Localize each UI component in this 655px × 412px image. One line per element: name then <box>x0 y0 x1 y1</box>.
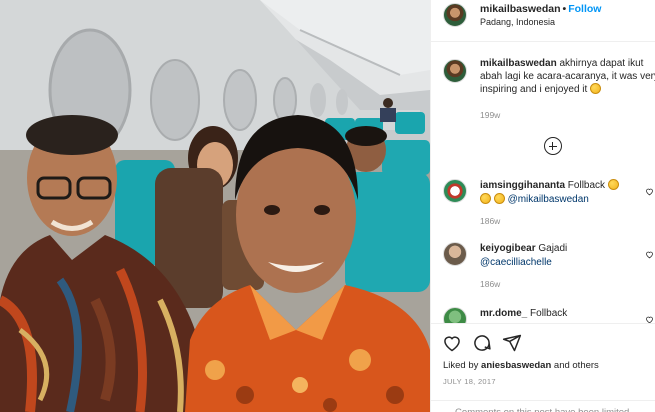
author-avatar[interactable] <box>443 3 467 27</box>
comment-text-block: mr.dome_ Follback <box>480 307 640 321</box>
caption-avatar[interactable] <box>443 59 467 83</box>
post-image <box>0 0 430 412</box>
comment-like-heart-icon[interactable] <box>645 250 654 259</box>
comment-mention[interactable]: @mikailbaswedan <box>508 194 589 205</box>
comment-time[interactable]: 186w <box>480 279 500 289</box>
smile-emoji-icon <box>607 179 619 190</box>
post-header: mikailbaswedan • Follow Padang, Indonesia <box>431 0 655 42</box>
load-more-comments-icon[interactable] <box>544 137 562 155</box>
post-photo[interactable] <box>0 0 430 412</box>
comment-text: Follback <box>530 308 568 319</box>
location-link[interactable]: Padang, Indonesia <box>480 17 555 27</box>
caption-username[interactable]: mikailbaswedan <box>480 58 557 69</box>
comment-text-block: keiyogibear Gajadi @caecilliachelle <box>480 242 640 270</box>
share-icon[interactable] <box>502 333 522 353</box>
caption-text-block: mikailbaswedan akhirnya dapat ikut abah … <box>480 57 655 96</box>
comment-avatar[interactable] <box>443 242 467 266</box>
heart-icon[interactable] <box>442 333 462 353</box>
post-sidebar: mikailbaswedan • Follow Padang, Indonesia … <box>430 0 655 412</box>
comment-icon[interactable] <box>472 333 492 353</box>
comment-text: Follback <box>567 180 606 191</box>
comment-like-heart-icon[interactable] <box>645 315 654 323</box>
comment-username[interactable]: iamsinggihananta <box>480 180 565 191</box>
comment-username[interactable]: mr.dome_ <box>480 308 527 319</box>
comment-avatar[interactable] <box>443 307 467 323</box>
smile-emoji-icon <box>493 193 505 204</box>
liked-by-prefix: Liked by <box>443 360 479 371</box>
comment-time[interactable]: 186w <box>480 216 500 226</box>
comment-like-heart-icon[interactable] <box>645 187 654 196</box>
author-username[interactable]: mikailbaswedan <box>480 3 561 15</box>
liked-by-suffix[interactable]: and others <box>554 360 599 371</box>
smile-emoji-icon <box>590 83 602 94</box>
comments-list[interactable]: mikailbaswedan akhirnya dapat ikut abah … <box>431 43 655 323</box>
follow-button[interactable]: Follow <box>568 3 601 15</box>
comment-username[interactable]: keiyogibear <box>480 243 536 254</box>
comment-avatar[interactable] <box>443 179 467 203</box>
author-username-line: mikailbaswedan • Follow <box>480 3 601 15</box>
caption-time[interactable]: 199w <box>480 110 500 120</box>
smile-emoji-icon <box>480 193 491 204</box>
liked-by-line: Liked by aniesbaswedan and others <box>443 360 599 371</box>
post-actions: Liked by aniesbaswedan and others JULY 1… <box>431 323 655 412</box>
comment-mention[interactable]: @caecilliachelle <box>480 257 552 268</box>
comment-text-block: iamsinggihananta Follback @mikailbasweda… <box>480 179 640 207</box>
liked-by-user[interactable]: aniesbaswedan <box>481 360 551 371</box>
separator-dot: • <box>562 3 567 15</box>
comments-limited-notice: Comments on this post have been limited. <box>431 400 655 412</box>
post-date[interactable]: JULY 18, 2017 <box>443 377 496 386</box>
comment-text: Gajadi <box>538 243 568 254</box>
